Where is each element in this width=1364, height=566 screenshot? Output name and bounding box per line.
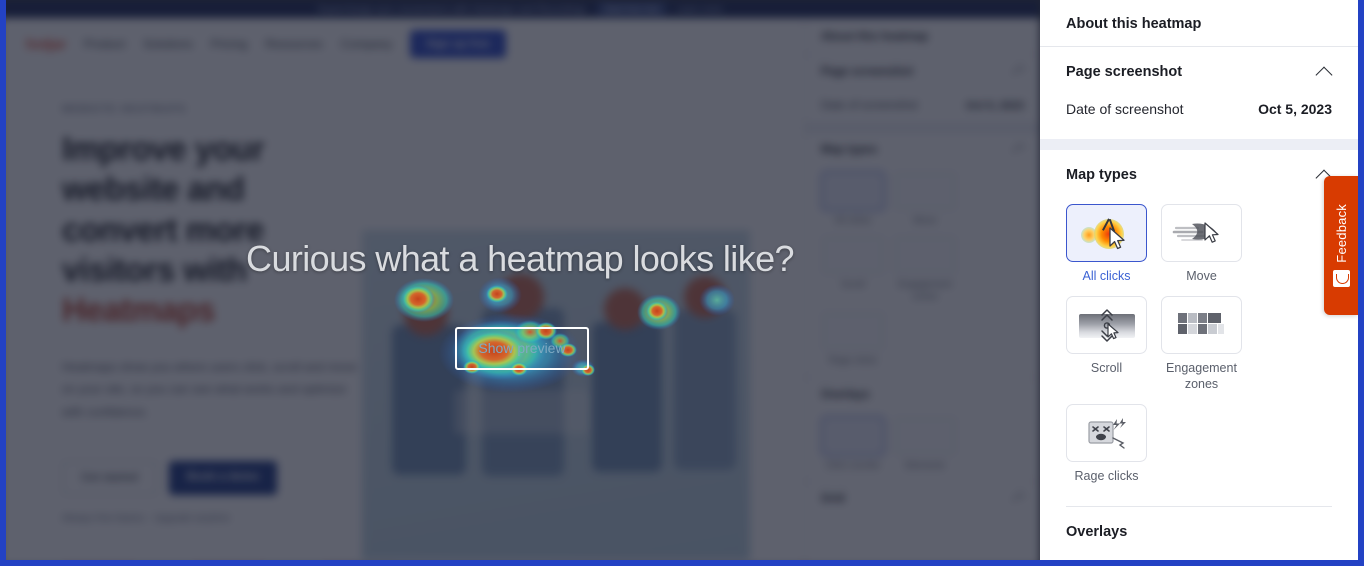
map-type-rage-clicks-thumb — [1066, 403, 1147, 462]
section-overlays-label: Overlays — [1066, 524, 1128, 540]
rage-clicks-icon — [1077, 414, 1137, 452]
map-type-all-clicks-thumb — [1066, 204, 1147, 262]
window-border-left — [0, 0, 6, 566]
window-border-right — [1358, 0, 1364, 566]
feedback-tab-label: Feedback — [1333, 203, 1349, 263]
section-page-screenshot-label: Page screenshot — [1066, 64, 1183, 80]
section-map-types-label: Map types — [1066, 167, 1137, 183]
sidebar-title: About this heatmap — [1066, 16, 1202, 32]
map-type-rage-clicks-label: Rage clicks — [1074, 468, 1139, 483]
app-root: Supercharge your conversions with Heatma… — [0, 0, 1364, 566]
heatmap-settings-sidebar: About this heatmap Page screenshot Date … — [1040, 0, 1358, 566]
window-border-bottom — [0, 560, 1364, 566]
rage-face-icon — [1087, 417, 1126, 449]
map-type-scroll-label: Scroll — [1090, 361, 1123, 376]
all-clicks-icon — [1077, 214, 1137, 252]
map-type-scroll-thumb — [1066, 296, 1147, 355]
cursor-icon — [1108, 227, 1125, 250]
map-type-scroll[interactable]: Scroll — [1066, 296, 1147, 392]
engagement-zones-icon — [1172, 306, 1232, 344]
map-type-engagement-zones-label: Engagement zones — [1166, 361, 1237, 391]
map-type-move-thumb — [1161, 204, 1242, 262]
move-icon — [1172, 214, 1232, 252]
section-page-screenshot-header[interactable]: Page screenshot — [1040, 47, 1358, 93]
modal-headline: Curious what a heatmap looks like? — [246, 238, 795, 279]
modal-scrim — [0, 0, 1040, 566]
scroll-arrows-icon — [1100, 309, 1119, 342]
date-of-screenshot-row: Date of screenshot Oct 5, 2023 — [1040, 93, 1358, 139]
smiley-feedback-icon — [1332, 270, 1350, 288]
date-of-screenshot-label: Date of screenshot — [1066, 101, 1184, 117]
feedback-tab[interactable]: Feedback — [1324, 176, 1358, 315]
map-types-grid: All clicks Move Scroll Engagement zones … — [1040, 196, 1358, 488]
section-map-types-header[interactable]: Map types — [1040, 150, 1358, 196]
map-type-rage-clicks[interactable]: Rage clicks — [1066, 403, 1147, 484]
chevron-up-icon[interactable] — [1317, 65, 1332, 80]
map-type-engagement-zones-thumb — [1161, 296, 1242, 355]
scroll-icon — [1077, 306, 1137, 344]
date-of-screenshot-value: Oct 5, 2023 — [1258, 101, 1332, 117]
engagement-grid-icon — [1177, 313, 1224, 335]
section-overlays-header[interactable]: Overlays — [1040, 507, 1358, 553]
map-type-move-label: Move — [1186, 269, 1217, 283]
map-type-all-clicks-label: All clicks — [1082, 269, 1131, 283]
sidebar-section-band — [1040, 139, 1358, 150]
move-trail-icon — [1172, 222, 1219, 243]
map-type-all-clicks[interactable]: All clicks — [1066, 204, 1147, 284]
map-type-engagement-zones[interactable]: Engagement zones — [1161, 296, 1242, 392]
map-type-move[interactable]: Move — [1161, 204, 1242, 284]
